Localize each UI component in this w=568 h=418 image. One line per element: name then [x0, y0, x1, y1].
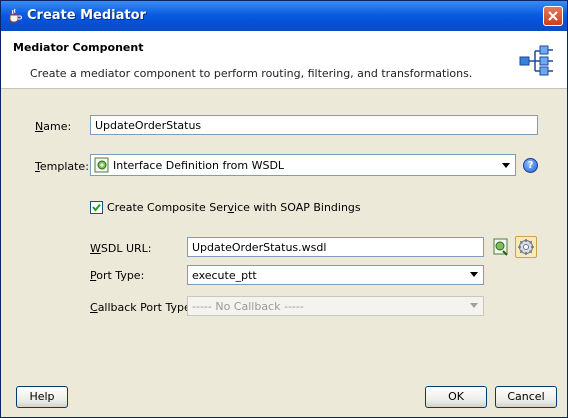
- checkmark-icon: [92, 203, 101, 212]
- gear-icon: [518, 239, 534, 255]
- template-help-icon[interactable]: ?: [523, 158, 538, 173]
- mediator-routing-icon: [519, 43, 555, 82]
- header-description: Create a mediator component to perform r…: [30, 67, 473, 80]
- create-composite-service-checkbox[interactable]: [90, 201, 103, 214]
- callback-port-type-select: ----- No Callback -----: [187, 296, 484, 316]
- ok-button[interactable]: OK: [425, 386, 487, 408]
- wsdl-icon: [94, 157, 110, 176]
- create-composite-service-label: Create Composite Service with SOAP Bindi…: [107, 201, 361, 214]
- port-type-label: Port Type:: [90, 269, 145, 282]
- cancel-button[interactable]: Cancel: [495, 386, 557, 408]
- service-explorer-button[interactable]: [515, 236, 537, 258]
- title-bar[interactable]: Create Mediator: [1, 1, 567, 31]
- chevron-down-icon: [470, 303, 478, 308]
- template-select[interactable]: Interface Definition from WSDL: [90, 154, 516, 176]
- find-wsdl-button[interactable]: [490, 236, 512, 258]
- dialog-body: Name: UpdateOrderStatus Template: Interf…: [1, 89, 567, 417]
- coffee-cup-icon: [7, 8, 23, 24]
- window-title: Create Mediator: [27, 8, 146, 23]
- template-value: Interface Definition from WSDL: [113, 159, 285, 172]
- name-input[interactable]: UpdateOrderStatus: [90, 115, 538, 135]
- chevron-down-icon: [470, 272, 478, 277]
- template-label: Template:: [35, 160, 89, 173]
- port-type-select[interactable]: execute_ptt: [187, 265, 484, 285]
- wsdl-url-label: WSDL URL:: [90, 242, 152, 255]
- wsdl-url-input[interactable]: UpdateOrderStatus.wsdl: [187, 237, 484, 257]
- chevron-down-icon: [502, 163, 510, 168]
- header-title: Mediator Component: [13, 41, 144, 54]
- dialog-header: Mediator Component Create a mediator com…: [1, 31, 567, 89]
- name-label: Name:: [35, 120, 72, 133]
- wsdl-browse-icon: [493, 238, 508, 256]
- close-button[interactable]: [543, 6, 563, 26]
- create-mediator-dialog: Create Mediator Mediator Component Creat…: [0, 0, 568, 418]
- close-icon: [548, 11, 558, 21]
- callback-port-type-label: Callback Port Type:: [90, 301, 195, 314]
- callback-port-type-value: ----- No Callback -----: [192, 300, 304, 313]
- help-button[interactable]: Help: [16, 386, 68, 408]
- port-type-value: execute_ptt: [192, 269, 257, 282]
